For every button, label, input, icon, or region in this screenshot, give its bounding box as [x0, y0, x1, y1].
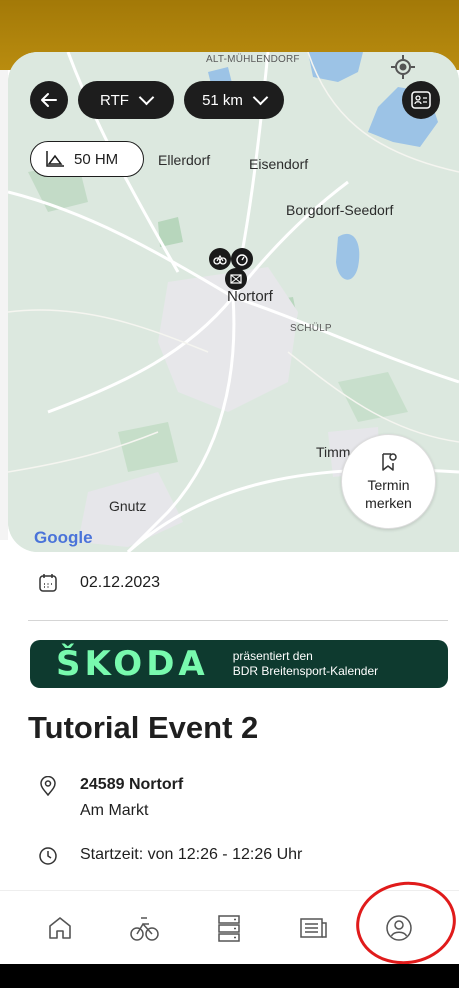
locate-icon[interactable]	[386, 52, 420, 82]
distance-filter-dropdown[interactable]: 51 km	[184, 81, 284, 119]
type-filter-label: RTF	[100, 91, 129, 109]
back-button[interactable]	[30, 81, 68, 119]
nav-news[interactable]	[290, 904, 338, 952]
event-street: Am Markt	[80, 802, 149, 819]
elevation-chip[interactable]: 50 HM	[30, 141, 144, 177]
sponsor-banner[interactable]: ŠKODA präsentiert den BDR Breitensport-K…	[30, 640, 448, 688]
map-label-schulp: SCHÜLP	[290, 323, 332, 334]
map-label-gnutz: Gnutz	[109, 498, 147, 514]
sponsor-subtitle-line1: präsentiert den	[232, 649, 313, 663]
side-strip	[0, 70, 8, 540]
map-label-borgdorf: Borgdorf-Seedorf	[286, 202, 394, 218]
contact-card-button[interactable]	[402, 81, 440, 119]
bike-marker-icon[interactable]	[209, 248, 231, 270]
sponsor-subtitle-line2: BDR Breitensport-Kalender	[232, 664, 379, 678]
map-label-ellerdorf: Ellerdorf	[158, 152, 211, 168]
type-filter-dropdown[interactable]: RTF	[78, 81, 174, 119]
event-postal-city: 24589 Nortorf	[80, 776, 184, 793]
elevation-label: 50 HM	[74, 150, 119, 168]
event-date-row: 02.12.2023	[38, 573, 160, 593]
system-bar	[0, 964, 459, 988]
timer-marker-icon[interactable]	[231, 248, 253, 270]
contact-card-icon	[411, 91, 431, 109]
map-label-eisendorf: Eisendorf	[249, 156, 309, 172]
nav-list[interactable]	[205, 904, 253, 952]
home-icon	[49, 916, 72, 939]
distance-filter-label: 51 km	[202, 91, 243, 109]
map-label-nortorf: Nortorf	[227, 288, 273, 305]
calendar-icon	[39, 574, 57, 592]
nav-events[interactable]	[121, 904, 169, 952]
clock-icon	[39, 847, 57, 865]
google-logo: Google	[34, 528, 93, 547]
event-location-row: 24589 Nortorf Am Markt	[38, 776, 183, 820]
flag-marker-icon[interactable]	[225, 268, 247, 290]
cyclist-icon	[130, 916, 159, 941]
save-date-button[interactable]: Termin merken	[341, 434, 436, 529]
save-date-line1: Termin	[367, 476, 410, 493]
arrow-left-icon	[41, 93, 57, 107]
news-icon	[300, 917, 327, 938]
sponsor-brand: ŠKODA	[56, 644, 209, 684]
nav-home[interactable]	[36, 904, 84, 952]
chevron-down-icon	[138, 89, 155, 105]
event-start-time: Startzeit: von 12:26 - 12:26 Uhr	[80, 846, 303, 863]
divider	[28, 620, 448, 621]
event-title: Tutorial Event 2	[28, 710, 259, 745]
elevation-icon	[46, 151, 64, 167]
save-date-line2: merken	[365, 494, 412, 511]
sponsor-subtitle: präsentiert den BDR Breitensport-Kalende…	[233, 649, 378, 679]
event-date: 02.12.2023	[80, 574, 161, 591]
map-label-timm: Timm	[316, 444, 351, 460]
event-time-row: Startzeit: von 12:26 - 12:26 Uhr	[38, 846, 302, 866]
chevron-down-icon	[252, 89, 269, 105]
list-icon	[218, 914, 241, 942]
location-pin-icon	[40, 776, 56, 796]
bookmark-icon	[381, 452, 397, 471]
map-label-alt-muhlendorf: ALT-MÜHLENDORF	[206, 54, 300, 65]
